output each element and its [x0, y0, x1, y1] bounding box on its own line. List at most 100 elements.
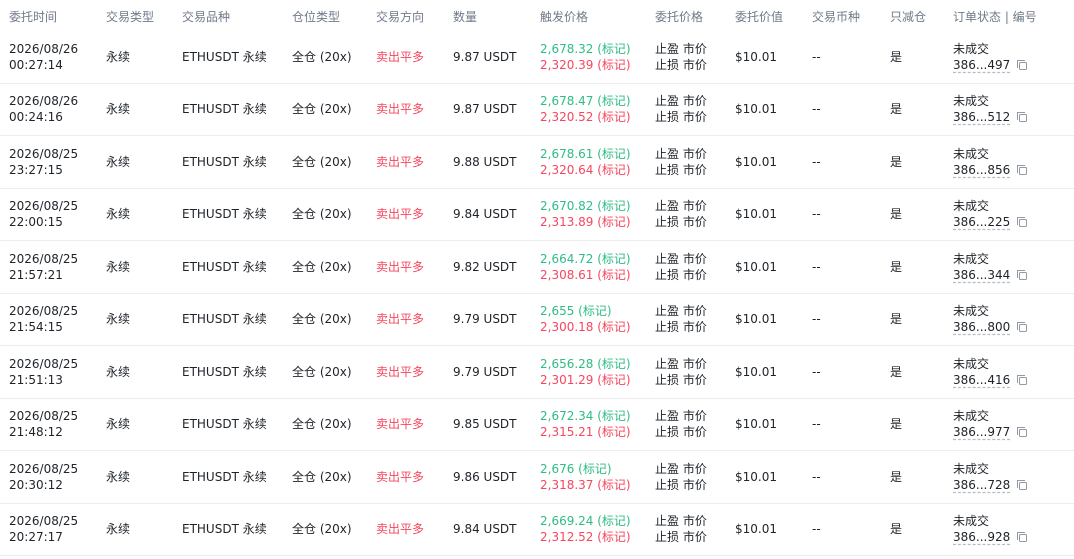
trigger-price-cell: 2,670.82 (标记) 2,313.89 (标记): [540, 198, 631, 230]
trade-type: 永续: [106, 469, 131, 484]
order-value: $10.01: [735, 49, 777, 64]
order-id[interactable]: 386...856: [953, 162, 1010, 178]
status-id-cell: 未成交 386...416: [953, 356, 1028, 388]
reduce-only: 是: [890, 469, 903, 484]
stop-loss-trigger: 2,313.89 (标记): [540, 215, 631, 230]
copy-icon[interactable]: [1016, 374, 1028, 386]
copy-icon[interactable]: [1016, 59, 1028, 71]
status-id-cell: 未成交 386...800: [953, 303, 1028, 335]
header-symbol: 交易品种: [182, 10, 231, 24]
table-row: 2026/08/25 21:51:13 永续 ETHUSDT 永续 全仓 (20…: [0, 346, 1074, 399]
copy-icon[interactable]: [1016, 269, 1028, 281]
open-orders-table: 委托时间 交易类型 交易品种 仓位类型 交易方向 数量 触发价格 委托价格 委托…: [0, 0, 1074, 556]
copy-icon[interactable]: [1016, 111, 1028, 123]
reduce-only: 是: [890, 364, 903, 379]
margin-mode: 全仓 (20x): [292, 312, 352, 327]
take-profit-trigger: 2,670.82 (标记): [540, 199, 631, 214]
order-clock: 22:00:15: [9, 215, 63, 230]
stop-loss-price: 止损 市价: [655, 57, 707, 72]
order-id-wrap: 386...344: [953, 267, 1028, 283]
trade-direction: 卖出平多: [376, 522, 425, 537]
order-id-wrap: 386...512: [953, 109, 1028, 125]
order-id[interactable]: 386...225: [953, 214, 1010, 230]
table-row: 2026/08/26 00:24:16 永续 ETHUSDT 永续 全仓 (20…: [0, 84, 1074, 136]
symbol: ETHUSDT 永续: [182, 312, 267, 327]
table-row: 2026/08/26 00:27:14 永续 ETHUSDT 永续 全仓 (20…: [0, 31, 1074, 84]
reduce-only: 是: [890, 102, 903, 117]
header-coin: 交易币种: [812, 10, 861, 24]
reduce-only: 是: [890, 312, 903, 327]
order-value: $10.01: [735, 259, 777, 274]
order-id[interactable]: 386...800: [953, 319, 1010, 335]
trade-coin: --: [812, 364, 821, 379]
order-id[interactable]: 386...416: [953, 372, 1010, 388]
status-id-cell: 未成交 386...344: [953, 251, 1028, 283]
header-status-id: 订单状态 | 编号: [953, 10, 1037, 24]
copy-icon[interactable]: [1016, 321, 1028, 333]
order-price-cell: 止盈 市价 止损 市价: [655, 303, 707, 335]
order-id[interactable]: 386...512: [953, 109, 1010, 125]
copy-icon[interactable]: [1016, 164, 1028, 176]
header-reduce-only: 只减仓: [890, 10, 927, 24]
header-type: 交易类型: [106, 10, 155, 24]
copy-icon[interactable]: [1016, 216, 1028, 228]
margin-mode: 全仓 (20x): [292, 364, 352, 379]
quantity: 9.88 USDT: [453, 154, 517, 169]
status-id-cell: 未成交 386...225: [953, 198, 1028, 230]
order-value: $10.01: [735, 207, 777, 222]
order-id[interactable]: 386...928: [953, 529, 1010, 545]
table-row: 2026/08/25 23:27:15 永续 ETHUSDT 永续 全仓 (20…: [0, 136, 1074, 189]
trigger-price-cell: 2,672.34 (标记) 2,315.21 (标记): [540, 408, 631, 440]
stop-loss-price: 止损 市价: [655, 267, 707, 282]
status-id-cell: 未成交 386...512: [953, 93, 1028, 125]
take-profit-price: 止盈 市价: [655, 461, 707, 476]
table-row: 2026/08/25 22:00:15 永续 ETHUSDT 永续 全仓 (20…: [0, 189, 1074, 241]
stop-loss-trigger: 2,320.64 (标记): [540, 162, 631, 177]
stop-loss-price: 止损 市价: [655, 477, 707, 492]
stop-loss-price: 止损 市价: [655, 372, 707, 387]
order-time-cell: 2026/08/25 21:54:15: [9, 303, 78, 335]
order-date: 2026/08/25: [9, 514, 79, 529]
order-value: $10.01: [735, 417, 777, 432]
trade-direction: 卖出平多: [376, 154, 425, 169]
trigger-price-cell: 2,678.61 (标记) 2,320.64 (标记): [540, 146, 631, 178]
trade-type: 永续: [106, 49, 131, 64]
stop-loss-price: 止损 市价: [655, 425, 707, 440]
take-profit-trigger: 2,664.72 (标记): [540, 251, 631, 266]
header-order-value: 委托价值: [735, 10, 784, 24]
order-date: 2026/08/25: [9, 356, 79, 371]
order-id[interactable]: 386...344: [953, 267, 1010, 283]
header-trigger-price: 触发价格: [540, 10, 589, 24]
order-clock: 21:51:13: [9, 372, 63, 387]
order-clock: 20:27:17: [9, 530, 63, 545]
header-mode: 仓位类型: [292, 10, 341, 24]
order-price-cell: 止盈 市价 止损 市价: [655, 251, 707, 283]
order-id[interactable]: 386...977: [953, 424, 1010, 440]
order-time-cell: 2026/08/26 00:27:14: [9, 41, 78, 73]
order-id[interactable]: 386...497: [953, 57, 1010, 73]
order-date: 2026/08/25: [9, 146, 79, 161]
trigger-price-cell: 2,678.47 (标记) 2,320.52 (标记): [540, 93, 631, 125]
take-profit-trigger: 2,656.28 (标记): [540, 356, 631, 371]
order-date: 2026/08/25: [9, 199, 79, 214]
take-profit-price: 止盈 市价: [655, 94, 707, 109]
order-date: 2026/08/25: [9, 461, 79, 476]
reduce-only: 是: [890, 259, 903, 274]
header-order-price: 委托价格: [655, 10, 704, 24]
order-id[interactable]: 386...728: [953, 477, 1010, 493]
order-status: 未成交: [953, 251, 990, 266]
copy-icon[interactable]: [1016, 531, 1028, 543]
copy-icon[interactable]: [1016, 426, 1028, 438]
quantity: 9.84 USDT: [453, 207, 517, 222]
reduce-only: 是: [890, 417, 903, 432]
symbol: ETHUSDT 永续: [182, 417, 267, 432]
quantity: 9.86 USDT: [453, 469, 517, 484]
trade-coin: --: [812, 154, 821, 169]
margin-mode: 全仓 (20x): [292, 207, 352, 222]
order-status: 未成交: [953, 146, 990, 161]
copy-icon[interactable]: [1016, 479, 1028, 491]
trade-direction: 卖出平多: [376, 312, 425, 327]
order-status: 未成交: [953, 199, 990, 214]
order-time-cell: 2026/08/25 20:30:12: [9, 461, 78, 493]
stop-loss-trigger: 2,308.61 (标记): [540, 267, 631, 282]
